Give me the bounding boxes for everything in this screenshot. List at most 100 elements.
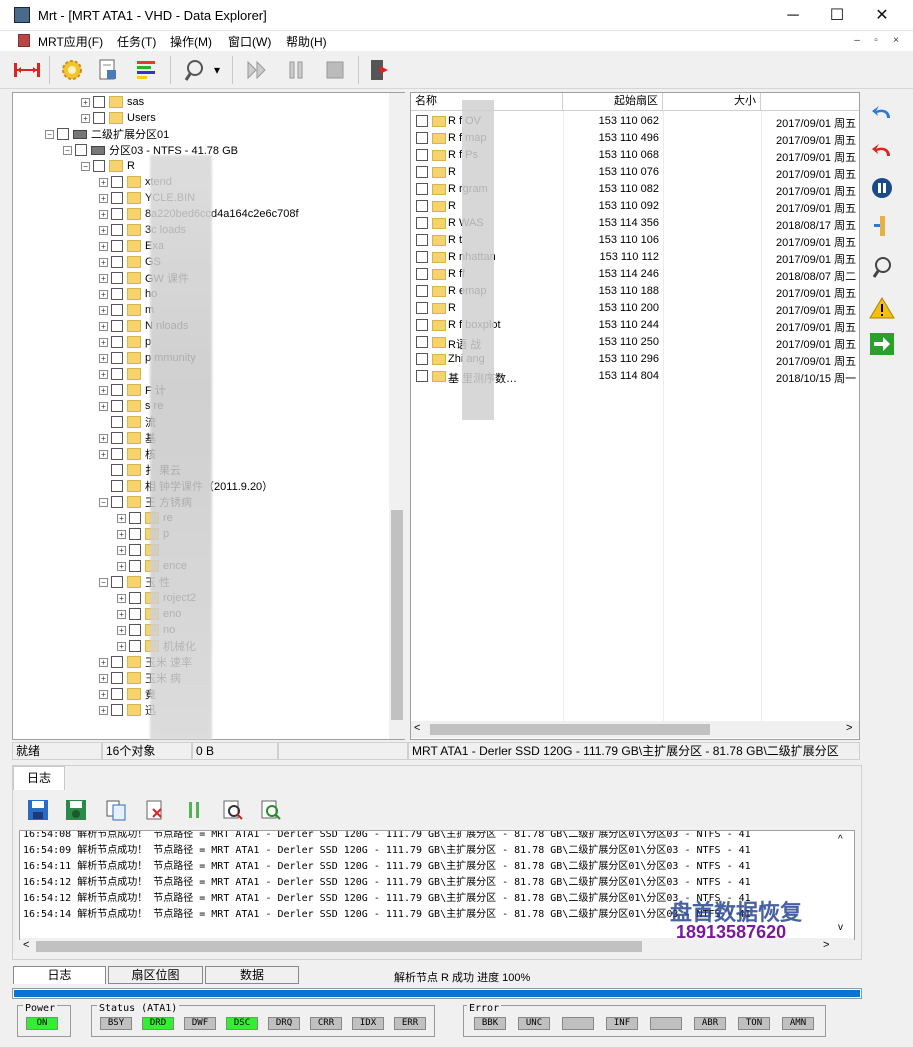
column-header-date[interactable] [761, 93, 859, 111]
undo-icon[interactable] [866, 96, 898, 128]
expand-toggle-icon[interactable]: + [99, 225, 108, 235]
scan-icon[interactable] [866, 251, 898, 283]
tree-checkbox[interactable] [111, 480, 123, 492]
expand-toggle-icon[interactable]: + [99, 353, 108, 363]
expand-toggle-icon[interactable]: + [99, 337, 108, 347]
tab-data[interactable]: 数据 [205, 966, 299, 984]
settings-gear-icon[interactable] [58, 56, 86, 84]
column-header-size[interactable]: 大小 [663, 93, 761, 111]
tree-checkbox[interactable] [129, 640, 141, 652]
tree-checkbox[interactable] [111, 336, 123, 348]
list-checkbox[interactable] [416, 200, 428, 212]
list-checkbox[interactable] [416, 217, 428, 229]
copy-icon[interactable] [104, 798, 128, 822]
tree-node[interactable]: − R [81, 158, 135, 174]
list-checkbox[interactable] [416, 268, 428, 280]
tree-checkbox[interactable] [129, 512, 141, 524]
file-report-icon[interactable] [94, 56, 122, 84]
tab-sector-bitmap[interactable]: 扇区位图 [108, 966, 203, 984]
tree-checkbox[interactable] [111, 288, 123, 300]
expand-toggle-icon[interactable]: + [99, 705, 108, 715]
tree-checkbox[interactable] [111, 240, 123, 252]
tree-checkbox[interactable] [111, 176, 123, 188]
expand-toggle-icon[interactable]: + [99, 321, 108, 331]
mdi-restore-button[interactable]: ▫ [868, 34, 884, 48]
expand-toggle-icon[interactable]: + [99, 257, 108, 267]
list-checkbox[interactable] [416, 234, 428, 246]
pause-circle-icon[interactable] [866, 172, 898, 204]
tree-scroll-thumb[interactable] [391, 510, 403, 720]
go-arrow-icon[interactable] [866, 328, 898, 360]
tree-checkbox[interactable] [111, 352, 123, 364]
tree-checkbox[interactable] [129, 608, 141, 620]
scroll-right-arrow-icon[interactable]: > [846, 722, 852, 734]
scroll-left-arrow-icon[interactable]: < [414, 722, 420, 734]
expand-toggle-icon[interactable]: − [99, 577, 108, 587]
list-checkbox[interactable] [416, 353, 428, 365]
list-checkbox[interactable] [416, 132, 428, 144]
expand-toggle-icon[interactable]: + [99, 241, 108, 251]
menu-window[interactable]: 窗口(W) [228, 33, 271, 50]
tree-checkbox[interactable] [111, 192, 123, 204]
play-icon[interactable] [243, 56, 271, 84]
expand-toggle-icon[interactable]: + [99, 209, 108, 219]
tree-node[interactable]: 流 [99, 414, 156, 430]
expand-toggle-icon[interactable]: + [117, 513, 126, 523]
expand-toggle-icon[interactable]: + [99, 401, 108, 411]
stop-icon[interactable] [321, 56, 349, 84]
tree-checkbox[interactable] [111, 272, 123, 284]
list-checkbox[interactable] [416, 166, 428, 178]
list-checkbox[interactable] [416, 149, 428, 161]
tree-checkbox[interactable] [111, 208, 123, 220]
tree-node[interactable]: +m [99, 302, 154, 318]
column-header-start-sector[interactable]: 起始扇区 [563, 93, 663, 111]
redo-icon[interactable] [866, 134, 898, 166]
tree-checkbox[interactable] [129, 528, 141, 540]
list-checkbox[interactable] [416, 370, 428, 382]
tree-checkbox[interactable] [111, 368, 123, 380]
tree-checkbox[interactable] [129, 624, 141, 636]
scan-icon[interactable] [180, 56, 208, 84]
warning-icon[interactable] [866, 292, 898, 324]
expand-toggle-icon[interactable]: + [81, 113, 90, 123]
expand-toggle-icon[interactable]: + [81, 97, 90, 107]
tree-checkbox[interactable] [75, 144, 87, 156]
expand-toggle-icon[interactable]: + [99, 689, 108, 699]
expand-toggle-icon[interactable]: + [99, 673, 108, 683]
list-checkbox[interactable] [416, 336, 428, 348]
tree-checkbox[interactable] [111, 656, 123, 668]
tree-checkbox[interactable] [129, 544, 141, 556]
pause-icon[interactable] [182, 798, 206, 822]
maximize-button[interactable]: ☐ [814, 0, 860, 31]
tree-checkbox[interactable] [111, 704, 123, 716]
list-checkbox[interactable] [416, 251, 428, 263]
tree-checkbox[interactable] [57, 128, 69, 140]
split-icon[interactable] [866, 210, 898, 242]
tree-checkbox[interactable] [111, 672, 123, 684]
expand-toggle-icon[interactable]: + [117, 641, 126, 651]
tree-node[interactable]: +基 [99, 430, 156, 446]
list-checkbox[interactable] [416, 183, 428, 195]
save-icon[interactable] [26, 798, 50, 822]
expand-toggle-icon[interactable]: − [63, 145, 72, 155]
tree-checkbox[interactable] [111, 432, 123, 444]
scroll-up-arrow-icon[interactable]: ^ [838, 834, 843, 845]
tree-checkbox[interactable] [93, 160, 105, 172]
tree-node[interactable]: + [99, 366, 145, 382]
mdi-minimize-button[interactable]: – [849, 34, 865, 48]
tree-checkbox[interactable] [111, 256, 123, 268]
tree-checkbox[interactable] [93, 96, 105, 108]
sector-view-icon[interactable] [132, 56, 160, 84]
close-button[interactable]: ✕ [859, 0, 905, 31]
list-checkbox[interactable] [416, 302, 428, 314]
tab-log-bottom[interactable]: 日志 [13, 966, 106, 984]
find-next-icon[interactable] [259, 798, 283, 822]
expand-toggle-icon[interactable]: + [117, 593, 126, 603]
tree-checkbox[interactable] [111, 400, 123, 412]
tree-checkbox[interactable] [111, 384, 123, 396]
tree-node[interactable]: + 核 [99, 446, 156, 462]
menu-help[interactable]: 帮助(H) [286, 33, 327, 50]
expand-toggle-icon[interactable]: + [117, 609, 126, 619]
tree-node[interactable]: +p [99, 334, 151, 350]
expand-toggle-icon[interactable]: − [81, 161, 90, 171]
